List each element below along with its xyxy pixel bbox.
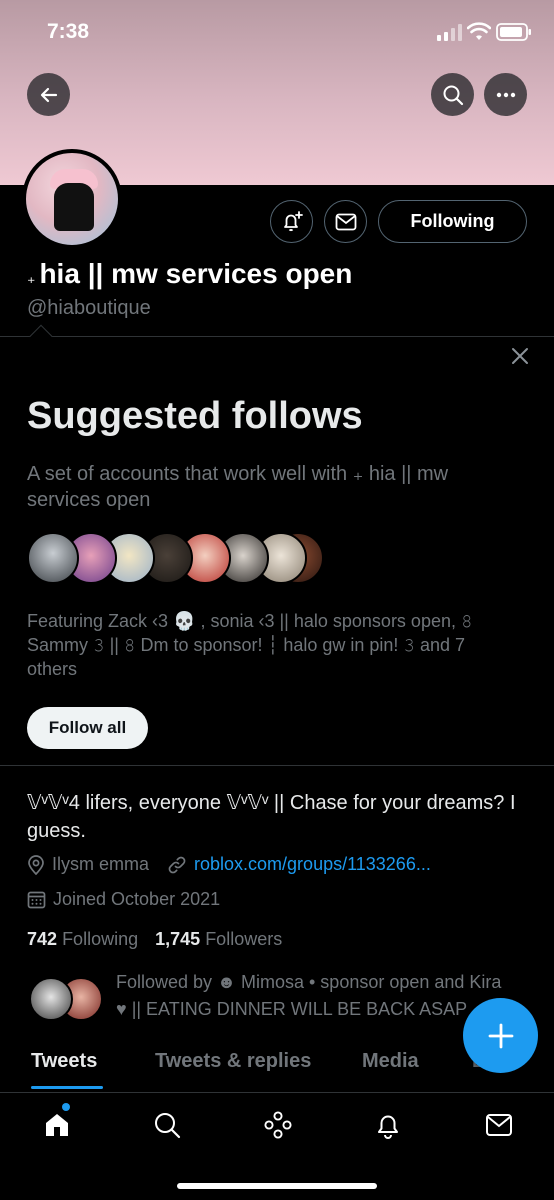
more-button[interactable] <box>484 73 527 116</box>
followed-by-line: Followed by ☻ Mimosa • sponsor open and … <box>116 972 502 992</box>
nav-explore[interactable] <box>151 1109 183 1141</box>
featuring-text: Featuring Zack ‹3 💀 , sonia ‹3 || halo s… <box>27 609 527 681</box>
compose-tweet-button[interactable] <box>463 998 538 1073</box>
followers-label: Followers <box>205 929 283 949</box>
followers-count: 1,745 <box>155 929 201 949</box>
back-button[interactable] <box>27 73 70 116</box>
followers-count-link[interactable]: 1,745 Followers <box>155 929 282 949</box>
suggestion-caret <box>29 324 53 348</box>
home-icon <box>46 1114 68 1136</box>
profile-avatar[interactable] <box>22 149 122 249</box>
cellular-signal-icon <box>437 24 462 41</box>
envelope-icon <box>335 213 356 230</box>
joined-row: Joined October 2021 <box>27 889 220 910</box>
divider <box>0 765 554 766</box>
search-icon <box>155 1113 181 1139</box>
suggested-follows-description: A set of accounts that work well with ₊ … <box>27 463 449 511</box>
envelope-icon <box>486 1114 512 1136</box>
back-arrow-icon <box>40 87 57 102</box>
follow-counts: 742 Following 1,745 Followers <box>27 929 282 950</box>
featuring-line: Featuring Zack ‹3 💀 , sonia ‹3 || halo s… <box>27 611 473 631</box>
user-handle: @hiaboutique <box>27 297 151 319</box>
location-text: Ilysm emma <box>52 854 150 874</box>
following-label: Following <box>62 929 139 949</box>
search-button[interactable] <box>431 73 474 116</box>
location-pin-icon <box>28 854 44 875</box>
profile-bio: 𝕍ᵛ𝕍ᵛ4 lifers, everyone 𝕍ᵛ𝕍ᵛ || Chase for… <box>27 792 516 842</box>
following-count-link[interactable]: 742 Following <box>27 929 138 949</box>
bell-plus-icon <box>283 210 303 231</box>
suggested-follows-title: Suggested follows <box>27 395 363 437</box>
profile-link[interactable]: roblox.com/groups/1133266... <box>194 854 431 875</box>
close-icon <box>512 348 528 364</box>
nav-notifications[interactable] <box>372 1109 404 1141</box>
communities-icon <box>264 1111 292 1139</box>
calendar-icon <box>27 891 46 909</box>
avatar-hair-shape <box>54 183 94 231</box>
nav-home[interactable] <box>41 1109 73 1141</box>
message-button[interactable] <box>324 200 367 243</box>
tab-tweets-replies[interactable]: Tweets & replies <box>155 1050 311 1073</box>
featuring-line: Sammy 𝟹 || 𝟾 Dm to sponsor! ┆ halo gw in… <box>27 635 466 655</box>
joined-text: Joined October 2021 <box>53 889 221 909</box>
following-count: 742 <box>27 929 58 949</box>
name-prefix: ₊ <box>27 270 36 287</box>
nav-spaces[interactable] <box>262 1109 294 1141</box>
featuring-line: others <box>27 659 78 679</box>
battery-icon <box>496 23 531 41</box>
follow-all-button[interactable]: Follow all <box>27 707 148 749</box>
plus-icon <box>488 1023 513 1048</box>
nav-messages[interactable] <box>483 1109 515 1141</box>
location-link-row: Ilysm emma roblox.com/groups/1133266... <box>27 854 431 875</box>
bell-icon <box>378 1115 398 1139</box>
tab-media[interactable]: Media <box>362 1050 419 1073</box>
active-tab-indicator <box>31 1086 103 1089</box>
wifi-icon <box>467 22 491 40</box>
divider <box>0 336 554 337</box>
status-time: 7:38 <box>47 20 90 43</box>
suggested-avatar[interactable] <box>27 532 79 584</box>
tab-tweets[interactable]: Tweets <box>31 1050 97 1073</box>
more-icon <box>496 92 515 97</box>
search-icon <box>443 85 463 105</box>
notify-button[interactable] <box>270 200 313 243</box>
following-button[interactable]: Following <box>378 200 527 243</box>
status-bar: 7:38 <box>0 0 554 66</box>
display-name: ₊ hia || mw services open <box>27 258 352 290</box>
display-name-text: hia || mw services open <box>39 258 353 289</box>
home-notification-dot <box>62 1103 70 1111</box>
link-icon <box>168 856 186 873</box>
close-suggestions-button[interactable] <box>507 343 533 369</box>
followed-by-avatar[interactable] <box>29 977 73 1021</box>
home-indicator <box>177 1183 377 1189</box>
followed-by-avatars[interactable] <box>29 977 104 1021</box>
